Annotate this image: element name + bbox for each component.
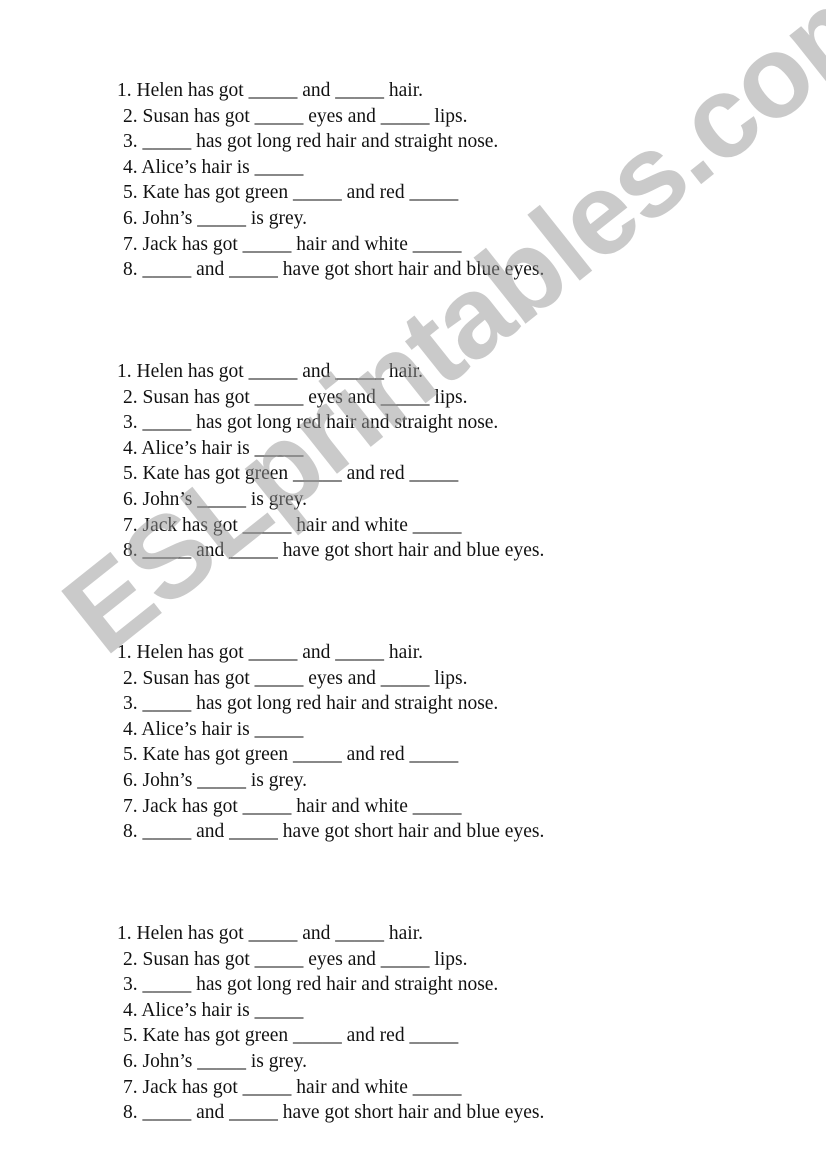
exercise-line: 3. _____ has got long red hair and strai… <box>123 412 499 434</box>
exercise-line: 1. Helen has got _____ and _____ hair. <box>117 80 423 101</box>
exercise-line: 7. Jack has got _____ hair and white ___… <box>123 1076 462 1098</box>
exercise-line: 6. John’s _____ is grey. <box>123 488 307 510</box>
exercise-block-3: 1. Helen has got _____ and _____ hair. 2… <box>117 640 677 845</box>
exercise-line: 2. Susan has got _____ eyes and _____ li… <box>123 667 468 689</box>
exercise-line: 5. Kate has got green _____ and red ____… <box>123 744 459 766</box>
exercise-line: 7. Jack has got _____ hair and white ___… <box>123 795 462 817</box>
exercise-line: 1. Helen has got _____ and _____ hair. <box>117 361 423 382</box>
exercise-line: 4. Alice’s hair is _____ <box>123 437 304 459</box>
exercise-line: 6. John’s _____ is grey. <box>123 207 307 229</box>
exercise-line: 1. Helen has got _____ and _____ hair. <box>117 923 423 944</box>
exercise-line: 2. Susan has got _____ eyes and _____ li… <box>123 105 468 127</box>
exercise-line: 3. _____ has got long red hair and strai… <box>123 131 499 153</box>
exercise-block-1: 1. Helen has got _____ and _____ hair. 2… <box>117 78 677 283</box>
exercise-line: 6. John’s _____ is grey. <box>123 769 307 791</box>
exercise-line: 5. Kate has got green _____ and red ____… <box>123 463 459 485</box>
exercise-line: 4. Alice’s hair is _____ <box>123 156 304 178</box>
exercise-line: 2. Susan has got _____ eyes and _____ li… <box>123 386 468 408</box>
exercise-line: 8. _____ and _____ have got short hair a… <box>123 1102 545 1124</box>
exercise-line: 8. _____ and _____ have got short hair a… <box>123 821 545 843</box>
exercise-block-2: 1. Helen has got _____ and _____ hair. 2… <box>117 359 677 564</box>
exercise-line: 4. Alice’s hair is _____ <box>123 718 304 740</box>
exercise-line: 6. John’s _____ is grey. <box>123 1050 307 1072</box>
exercise-line: 7. Jack has got _____ hair and white ___… <box>123 514 462 536</box>
exercise-line: 3. _____ has got long red hair and strai… <box>123 974 499 996</box>
exercise-line: 2. Susan has got _____ eyes and _____ li… <box>123 948 468 970</box>
exercise-line: 5. Kate has got green _____ and red ____… <box>123 1025 459 1047</box>
exercise-line: 8. _____ and _____ have got short hair a… <box>123 540 545 562</box>
exercise-line: 3. _____ has got long red hair and strai… <box>123 693 499 715</box>
exercise-line: 1. Helen has got _____ and _____ hair. <box>117 642 423 663</box>
exercise-line: 7. Jack has got _____ hair and white ___… <box>123 233 462 255</box>
exercise-line: 4. Alice’s hair is _____ <box>123 999 304 1021</box>
exercise-line: 5. Kate has got green _____ and red ____… <box>123 182 459 204</box>
exercise-line: 8. _____ and _____ have got short hair a… <box>123 259 545 281</box>
exercise-block-4: 1. Helen has got _____ and _____ hair. 2… <box>117 921 677 1126</box>
